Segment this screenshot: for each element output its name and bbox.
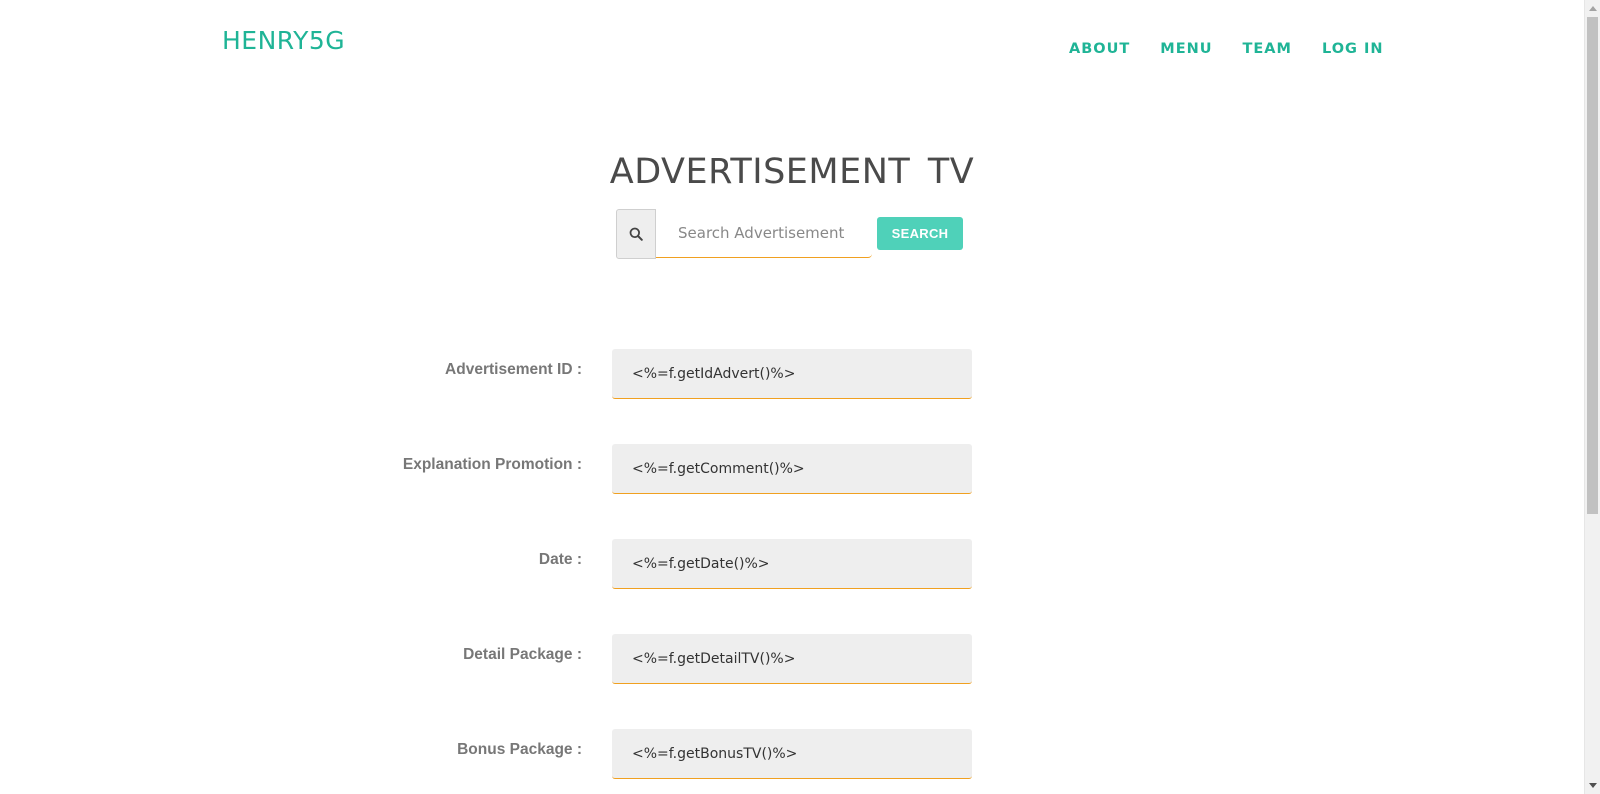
scroll-up-arrow-icon[interactable]	[1585, 0, 1600, 17]
date-field[interactable]: <%=f.getDate()%>	[612, 539, 972, 589]
brand-logo[interactable]: HENRY5G	[222, 26, 345, 55]
form-row-bonus-package: Bonus Package : <%=f.getBonusTV()%>	[0, 729, 1584, 779]
scrollbar-thumb[interactable]	[1587, 17, 1598, 514]
explanation-promotion-field[interactable]: <%=f.getComment()%>	[612, 444, 972, 494]
search-button[interactable]: SEARCH	[877, 217, 963, 250]
search-icon	[616, 209, 656, 259]
nav-login[interactable]: LOG IN	[1322, 41, 1384, 57]
form-row-date: Date : <%=f.getDate()%>	[0, 539, 1584, 589]
nav-menu[interactable]: MENU	[1160, 41, 1212, 57]
search-input[interactable]	[656, 209, 872, 258]
form-row-detail-package: Detail Package : <%=f.getDetailTV()%>	[0, 634, 1584, 684]
form-row-advertisement-id: Advertisement ID : <%=f.getIdAdvert()%>	[0, 349, 1584, 399]
nav-team[interactable]: TEAM	[1243, 41, 1292, 57]
advertisement-id-label: Advertisement ID :	[445, 361, 582, 378]
explanation-promotion-label: Explanation Promotion :	[402, 456, 582, 473]
detail-package-label: Detail Package :	[463, 646, 582, 663]
search-bar: SEARCH	[616, 209, 963, 259]
nav-about[interactable]: ABOUT	[1069, 41, 1130, 57]
page: HENRY5G ABOUT MENU TEAM LOG IN ADVERTISE…	[0, 0, 1584, 794]
scroll-down-arrow-icon[interactable]	[1585, 777, 1600, 794]
detail-package-field[interactable]: <%=f.getDetailTV()%>	[612, 634, 972, 684]
bonus-package-field[interactable]: <%=f.getBonusTV()%>	[612, 729, 972, 779]
vertical-scrollbar[interactable]	[1584, 0, 1600, 794]
bonus-package-label: Bonus Package :	[457, 741, 582, 758]
page-title: ADVERTISEMENT TV	[609, 152, 975, 192]
date-label: Date :	[538, 551, 582, 568]
advertisement-id-field[interactable]: <%=f.getIdAdvert()%>	[612, 349, 972, 399]
main-nav: ABOUT MENU TEAM LOG IN	[1069, 41, 1384, 57]
form-row-explanation-promotion: Explanation Promotion : <%=f.getComment(…	[0, 444, 1584, 494]
